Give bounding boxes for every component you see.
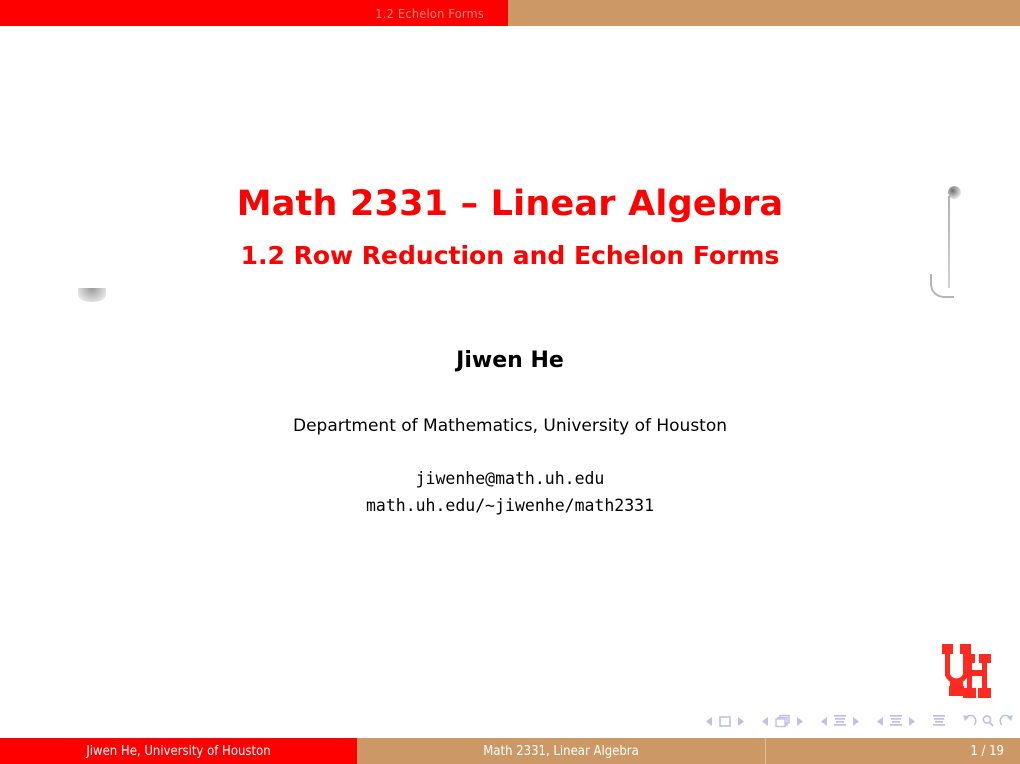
header-section-label: 1.2 Echelon Forms xyxy=(375,5,484,21)
next-presentation-arrow-icon[interactable] xyxy=(907,716,916,727)
title-block: Math 2331 – Linear Algebra 1.2 Row Reduc… xyxy=(0,184,1020,271)
back-arrow-icon[interactable] xyxy=(962,714,977,728)
nav-group-frame[interactable] xyxy=(705,715,745,728)
nav-group-document[interactable] xyxy=(932,714,946,728)
uh-logo xyxy=(940,640,996,702)
footer-author-label: Jiwen He, University of Houston xyxy=(86,743,271,759)
next-frame-arrow-icon[interactable] xyxy=(736,716,745,727)
page-title: Math 2331 – Linear Algebra xyxy=(236,184,784,224)
document-lines-icon[interactable] xyxy=(889,714,903,728)
magnifier-icon[interactable] xyxy=(981,714,995,728)
forward-arrow-icon[interactable] xyxy=(999,714,1014,728)
prev-subsection-arrow-icon[interactable] xyxy=(761,716,770,727)
author-homepage: math.uh.edu/∼jiwenhe/math2331 xyxy=(365,495,655,515)
nav-group-section[interactable] xyxy=(820,714,860,728)
uh-logo-icon xyxy=(942,644,991,698)
author-name: Jiwen He xyxy=(456,348,564,373)
decorative-right-hook xyxy=(930,274,954,298)
document-lines-icon[interactable] xyxy=(833,714,847,728)
nav-group-presentation[interactable] xyxy=(876,714,916,728)
author-email: jiwenhe@math.uh.edu xyxy=(415,469,605,488)
contact-block: jiwenhe@math.uh.edu math.uh.edu/∼jiwenhe… xyxy=(0,466,1020,519)
beamer-navigation-bar[interactable] xyxy=(705,710,1014,732)
slide-footer-bar: Jiwen He, University of Houston Math 233… xyxy=(0,738,1020,764)
footer-course-segment: Math 2331, Linear Algebra xyxy=(357,738,766,764)
footer-course-label: Math 2331, Linear Algebra xyxy=(483,743,639,759)
page-subtitle: 1.2 Row Reduction and Echelon Forms xyxy=(240,241,780,271)
author-block: Jiwen He Department of Mathematics, Univ… xyxy=(0,348,1020,436)
nav-group-subsection[interactable] xyxy=(761,714,804,728)
next-section-arrow-icon[interactable] xyxy=(851,716,860,727)
prev-frame-arrow-icon[interactable] xyxy=(705,716,714,727)
prev-presentation-arrow-icon[interactable] xyxy=(876,716,885,727)
header-tan-segment xyxy=(508,0,1020,26)
nav-group-history[interactable] xyxy=(962,714,1014,728)
decorative-left-blob xyxy=(78,288,106,302)
page-number: 1 / 19 xyxy=(970,743,1004,759)
author-affiliation: Department of Mathematics, University of… xyxy=(292,416,728,436)
next-subsection-arrow-icon[interactable] xyxy=(795,716,804,727)
header-red-segment: 1.2 Echelon Forms xyxy=(0,0,508,26)
document-lines-icon[interactable] xyxy=(932,714,946,728)
slide-header-bar: 1.2 Echelon Forms xyxy=(0,0,1020,26)
frame-icon[interactable] xyxy=(718,715,732,728)
footer-page-segment: 1 / 19 xyxy=(766,738,1020,764)
frames-stack-icon[interactable] xyxy=(774,714,791,728)
footer-author-segment: Jiwen He, University of Houston xyxy=(0,738,357,764)
prev-section-arrow-icon[interactable] xyxy=(820,716,829,727)
